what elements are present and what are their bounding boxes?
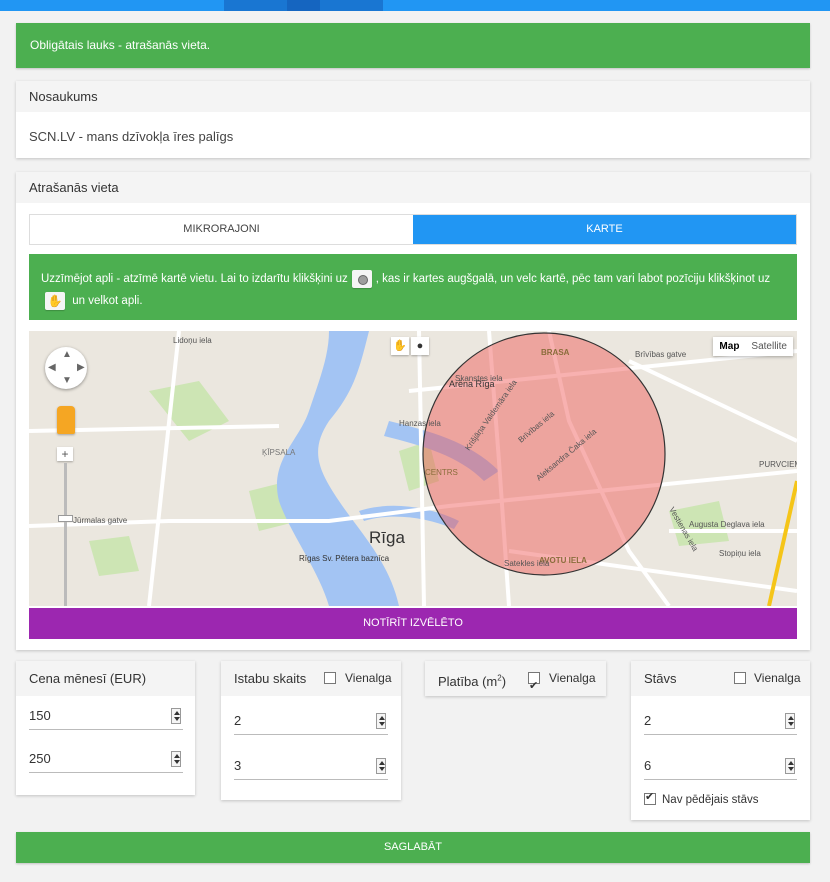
tab-mikrorajoni[interactable]: MIKRORAJONI (30, 215, 413, 244)
area-card: Platība (m2) Vienalga (425, 661, 606, 704)
map-instructions: Uzzīmējot apli - atzīmē kartē vietu. Lai… (29, 254, 797, 320)
drawing-tools: ✋ ● (391, 337, 429, 355)
map-label-purvciems: PURVCIEM (759, 460, 797, 469)
zoom-slider-rail[interactable] (64, 463, 67, 606)
clear-selection-button[interactable]: NOTĪRĪT IZVĒLĒTO (29, 608, 797, 639)
price-max-field[interactable]: 250 (29, 745, 183, 773)
map-label-jurmalas: Jūrmalas gatve (73, 516, 128, 525)
map-canvas[interactable]: Lidoņu iela Brīvības gatve Skanstes iela… (29, 331, 797, 606)
not-last-floor-option[interactable]: Nav pēdējais stāvs (644, 790, 759, 806)
not-last-floor-checkbox[interactable] (644, 790, 656, 805)
floor-any-label: Vienalga (754, 671, 801, 685)
rooms-header-label: Istabu skaits (234, 671, 307, 686)
floor-max-spinner[interactable] (785, 758, 795, 774)
rooms-max-value: 3 (234, 758, 242, 773)
location-card: Atrašanās vieta MIKRORAJONI KARTE Uzzīmē… (16, 172, 810, 650)
map-label-brasa: BRASA (541, 348, 570, 357)
floor-max-value: 6 (644, 758, 652, 773)
map-type-control: Map Satellite (713, 337, 793, 356)
price-max-spinner[interactable] (171, 751, 181, 767)
name-value: SCN.LV - mans dzīvokļa īres palīgs (29, 129, 234, 144)
rooms-header: Istabu skaits Vienalga (221, 661, 401, 696)
nav-tab-active-indicator[interactable] (287, 0, 320, 11)
price-min-field[interactable]: 150 (29, 702, 183, 730)
area-header: Platība (m2) Vienalga (425, 661, 606, 704)
map-label-hanzas: Hanzas iela (399, 419, 441, 428)
map-label-kipsala: ĶĪPSALA (262, 448, 296, 457)
rooms-min-field[interactable]: 2 (234, 707, 388, 735)
price-max-value: 250 (29, 751, 51, 766)
nav-tab-indicator[interactable] (224, 0, 287, 11)
map-type-map[interactable]: Map (713, 337, 745, 356)
tab-karte[interactable]: KARTE (413, 215, 796, 244)
map-label-arena: Arēna Rīga (449, 379, 495, 389)
map-type-satellite[interactable]: Satellite (745, 337, 793, 356)
floor-any-checkbox[interactable] (734, 672, 746, 684)
location-header: Atrašanās vieta (16, 172, 810, 203)
rooms-max-field[interactable]: 3 (234, 752, 388, 780)
name-card: Nosaukums SCN.LV - mans dzīvokļa īres pa… (16, 81, 810, 158)
save-button[interactable]: SAGLABĀT (16, 832, 810, 863)
map-label-centrs: CENTRS (425, 468, 458, 477)
rooms-card: Istabu skaits Vienalga 2 3 (221, 661, 401, 800)
rooms-max-spinner[interactable] (376, 758, 386, 774)
rooms-min-value: 2 (234, 713, 242, 728)
map-label-augusta: Augusta Deglava iela (689, 520, 765, 529)
map-label-city: Rīga (369, 528, 405, 547)
required-field-alert: Obligātais lauks - atrašanās vieta. (16, 23, 810, 68)
info-text-1: Uzzīmējot apli - atzīmē kartē vietu. Lai… (41, 273, 348, 285)
area-any-checkbox[interactable] (528, 669, 540, 704)
area-any-label: Vienalga (549, 671, 596, 685)
info-text-2: , kas ir kartes augšgalā, un velc kartē,… (375, 273, 771, 285)
rooms-any-label: Vienalga (345, 671, 392, 685)
circle-tool-button[interactable]: ● (411, 337, 429, 355)
price-min-value: 150 (29, 708, 51, 723)
price-header-label: Cena mēnesī (EUR) (29, 671, 147, 686)
circle-tool-icon (351, 269, 372, 288)
name-header: Nosaukums (16, 81, 810, 112)
info-text-3: un velkot apli. (72, 295, 143, 307)
zoom-slider-knob[interactable] (58, 515, 73, 522)
floor-card: Stāvs Vienalga 2 6 Nav pēdējais stāvs (631, 661, 810, 820)
floor-min-value: 2 (644, 713, 652, 728)
hand-tool-button[interactable]: ✋ (391, 337, 409, 355)
location-tabs: MIKRORAJONI KARTE (29, 214, 797, 245)
area-header-label: Platība (m2) (438, 674, 507, 690)
top-navbar (0, 0, 830, 11)
zoom-in-button[interactable]: + (57, 447, 73, 461)
pan-control[interactable]: ▲ ▼ ◀ ▶ (45, 347, 87, 389)
map-label-satekles: Satekles iela (504, 559, 550, 568)
floor-min-spinner[interactable] (785, 713, 795, 729)
map-label-brivibas-gatve: Brīvības gatve (635, 350, 687, 359)
rooms-any-checkbox[interactable] (324, 672, 336, 684)
price-card: Cena mēnesī (EUR) 150 250 (16, 661, 195, 795)
floor-header: Stāvs Vienalga (631, 661, 810, 696)
not-last-floor-label: Nav pēdējais stāvs (662, 794, 759, 806)
floor-max-field[interactable]: 6 (644, 752, 797, 780)
map[interactable]: Lidoņu iela Brīvības gatve Skanstes iela… (29, 331, 797, 606)
price-header: Cena mēnesī (EUR) (16, 661, 195, 696)
map-label-lidonu: Lidoņu iela (173, 336, 212, 345)
pegman-icon[interactable] (57, 406, 75, 434)
price-min-spinner[interactable] (171, 708, 181, 724)
map-label-stopinu: Stopiņu iela (719, 549, 761, 558)
floor-header-label: Stāvs (644, 671, 677, 686)
hand-tool-icon: ✋ (45, 291, 65, 310)
rooms-min-spinner[interactable] (376, 713, 386, 729)
map-label-church: Rīgas Sv. Pētera baznīca (299, 554, 390, 563)
nav-tab-indicator-2[interactable] (320, 0, 383, 11)
floor-min-field[interactable]: 2 (644, 707, 797, 735)
